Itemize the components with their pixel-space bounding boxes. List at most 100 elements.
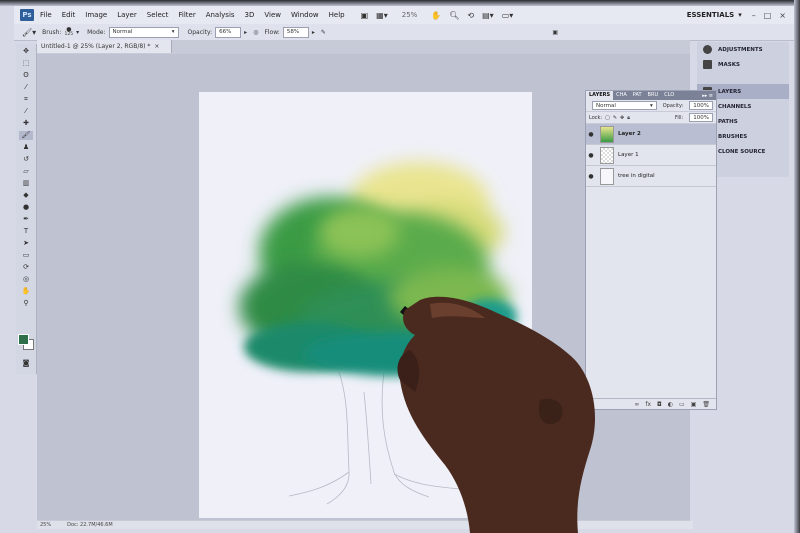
3d-rotate-tool-icon[interactable]: ⟳	[19, 263, 33, 272]
eyedropper-tool-icon[interactable]: ⁄	[19, 107, 33, 116]
brush-size-value: 125	[64, 32, 74, 37]
clone-stamp-tool-icon[interactable]: ♟	[19, 143, 33, 152]
tab-layers[interactable]: LAYERS	[586, 91, 614, 100]
lock-transparency-icon[interactable]: ▢	[605, 115, 610, 121]
workspace-switcher[interactable]: ESSENTIALS ▾	[687, 11, 742, 19]
eye-icon[interactable]: ●	[586, 131, 596, 138]
rotate-view-icon[interactable]: ⟲	[467, 11, 474, 20]
link-layers-icon[interactable]: ∞	[634, 401, 639, 408]
history-brush-tool-icon[interactable]: ↺	[19, 155, 33, 164]
brush-tool-icon[interactable]: 🖌︎	[19, 131, 33, 140]
hand-tool-icon[interactable]: ✋	[431, 11, 441, 20]
canvas[interactable]	[199, 92, 532, 518]
chevron-down-icon: ▾	[171, 29, 175, 35]
lock-all-icon[interactable]: 🔒︎	[627, 115, 630, 121]
zoom-tool-icon[interactable]: ⚲	[19, 299, 33, 308]
marquee-tool-icon[interactable]: ⬚	[19, 59, 33, 68]
menu-window[interactable]: Window	[291, 11, 319, 19]
layer-row[interactable]: ● Layer 2	[586, 124, 716, 145]
tab-paths[interactable]: PAT	[630, 91, 645, 100]
opacity-value: 66%	[219, 29, 232, 35]
flow-field[interactable]: 58%	[282, 26, 309, 38]
delete-layer-icon[interactable]: 🗑︎	[702, 401, 710, 408]
airbrush-icon[interactable]: ✎	[321, 29, 326, 36]
tab-channels[interactable]: CHA	[613, 91, 630, 100]
blend-mode-select[interactable]: Normal ▾	[592, 101, 657, 110]
close-button[interactable]: ×	[779, 11, 786, 20]
menu-file[interactable]: File	[40, 11, 52, 19]
brush-tool-icon[interactable]: 🖌︎▾	[22, 28, 36, 37]
brush-panel-icon[interactable]: ▣	[552, 29, 558, 36]
layers-panel-footer: ∞ fx ◘ ◐ ▭ ▣ 🗑︎	[586, 398, 716, 409]
quick-mask-icon[interactable]: ◙	[19, 359, 33, 368]
opacity-slider-icon[interactable]: ▸	[244, 29, 247, 36]
menu-analysis[interactable]: Analysis	[206, 11, 235, 19]
menu-image[interactable]: Image	[85, 11, 107, 19]
mode-select[interactable]: Normal ▾	[108, 26, 179, 38]
opacity-field[interactable]: 66%	[215, 26, 242, 38]
brush-panel-toggle-icon[interactable]: ▾	[76, 29, 79, 36]
panel-collapse-icon[interactable]: ▸▸ ≡	[702, 93, 716, 99]
layer-opacity-field[interactable]: 100%	[689, 101, 713, 110]
gradient-tool-icon[interactable]: ▥	[19, 179, 33, 188]
view-extras-icon[interactable]: ▦▾	[376, 11, 388, 20]
foreground-color-swatch[interactable]	[18, 334, 29, 345]
maximize-button[interactable]: □	[764, 11, 772, 20]
tool-options-bar: 🖌︎▾ Brush: ● 125 ▾ Mode: Normal ▾ Opacity…	[14, 24, 794, 41]
dodge-tool-icon[interactable]: ●	[19, 203, 33, 212]
shape-tool-icon[interactable]: ▭	[19, 251, 33, 260]
eye-icon[interactable]: ●	[586, 152, 596, 159]
pen-tool-icon[interactable]: ✒	[19, 215, 33, 224]
blur-tool-icon[interactable]: ◆	[19, 191, 33, 200]
layer-thumbnail	[600, 167, 614, 185]
layer-name: tree in digital	[618, 173, 655, 179]
adjustment-layer-icon[interactable]: ◐	[668, 401, 673, 408]
quick-select-tool-icon[interactable]: ⁄	[19, 83, 33, 92]
zoom-tool-icon[interactable]: 🔍︎	[449, 11, 459, 20]
lock-pixels-icon[interactable]: ✎	[613, 115, 617, 121]
menu-layer[interactable]: Layer	[117, 11, 137, 19]
flow-slider-icon[interactable]: ▸	[312, 29, 315, 36]
dock-item-masks[interactable]: MASKS	[697, 57, 789, 72]
layer-row[interactable]: ● tree in digital	[586, 166, 716, 187]
new-group-icon[interactable]: ▭	[679, 401, 685, 408]
status-zoom[interactable]: 25%	[40, 522, 51, 528]
bridge-icon[interactable]: ▣	[361, 11, 369, 20]
screen-mode-icon[interactable]: ▭▾	[502, 11, 514, 20]
menu-edit[interactable]: Edit	[62, 11, 76, 19]
hand-tool-icon[interactable]: ✋	[19, 287, 33, 296]
menu-select[interactable]: Select	[147, 11, 169, 19]
tab-clone-source[interactable]: CLO	[661, 91, 677, 100]
menu-view[interactable]: View	[264, 11, 281, 19]
type-tool-icon[interactable]: T	[19, 227, 33, 236]
chevron-down-icon: ▾	[649, 102, 653, 109]
menu-3d[interactable]: 3D	[245, 11, 255, 19]
layer-row[interactable]: ● Layer 1	[586, 145, 716, 166]
move-tool-icon[interactable]: ✥	[19, 47, 33, 56]
zoom-level-select[interactable]: 25%	[396, 11, 424, 19]
eye-icon[interactable]: ●	[586, 173, 596, 180]
eraser-tool-icon[interactable]: ▱	[19, 167, 33, 176]
close-icon[interactable]: ×	[154, 43, 159, 50]
fill-field[interactable]: 100%	[689, 113, 713, 122]
new-layer-icon[interactable]: ▣	[691, 401, 697, 408]
menu-bar: Ps File Edit Image Layer Select Filter A…	[14, 6, 794, 24]
layer-style-icon[interactable]: fx	[645, 401, 651, 408]
menu-help[interactable]: Help	[329, 11, 345, 19]
lock-position-icon[interactable]: ✥	[620, 115, 624, 121]
tab-brushes[interactable]: BRU	[645, 91, 662, 100]
path-selection-tool-icon[interactable]: ➤	[19, 239, 33, 248]
document-tab[interactable]: Untitled-1 @ 25% (Layer 2, RGB/8) * ×	[37, 40, 172, 53]
tools-panel: ✥ ⬚ ʘ ⁄ ⌗ ⁄ ✚ 🖌︎ ♟ ↺ ▱ ▥ ◆ ● ✒ T ➤ ▭ ⟳ ◎…	[16, 44, 37, 374]
minimize-button[interactable]: –	[752, 11, 756, 20]
3d-orbit-tool-icon[interactable]: ◎	[19, 275, 33, 284]
lasso-tool-icon[interactable]: ʘ	[19, 71, 33, 80]
add-mask-icon[interactable]: ◘	[657, 401, 662, 408]
menu-filter[interactable]: Filter	[178, 11, 195, 19]
healing-brush-tool-icon[interactable]: ✚	[19, 119, 33, 128]
arrange-documents-icon[interactable]: ▤▾	[482, 11, 494, 20]
crop-tool-icon[interactable]: ⌗	[19, 95, 33, 104]
dock-item-adjustments[interactable]: ADJUSTMENTS	[697, 42, 789, 57]
tablet-opacity-icon[interactable]: ◎	[253, 29, 258, 36]
brush-preset-picker[interactable]: ● 125	[64, 27, 74, 38]
